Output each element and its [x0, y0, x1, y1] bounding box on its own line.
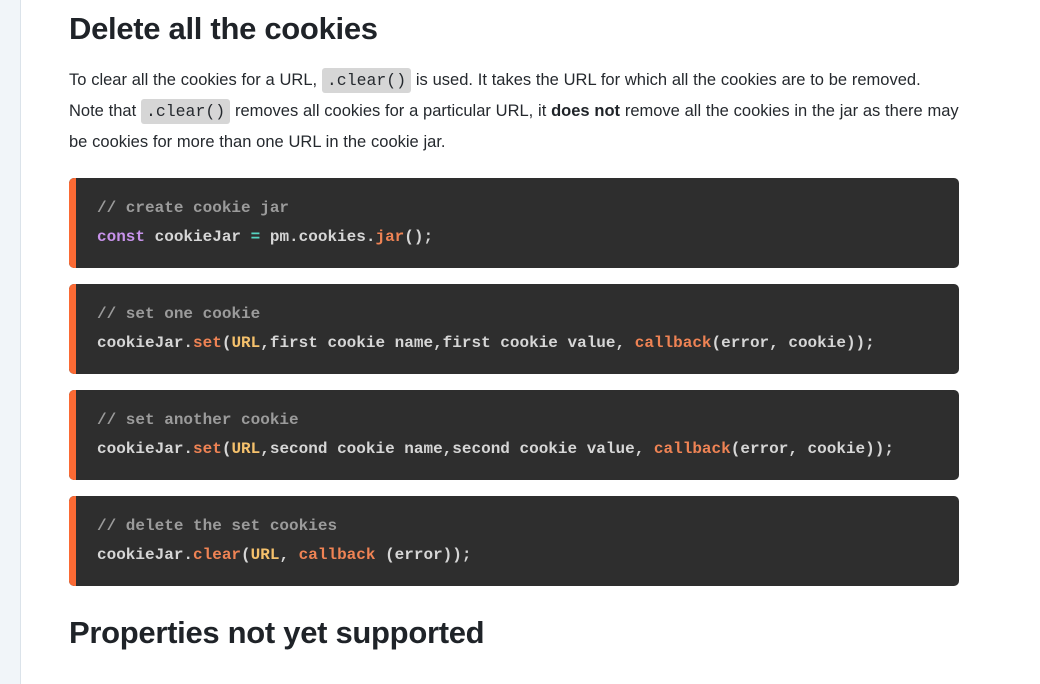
code-token-function: clear — [193, 546, 242, 564]
code-token-function: callback — [653, 440, 731, 458]
code-token-plain: ,first cookie name,first cookie value, — [260, 334, 635, 352]
code-block[interactable]: // set one cookie cookieJar.set(URL,firs… — [69, 284, 959, 374]
code-token-function: callback — [298, 546, 376, 564]
code-text: // delete the set cookies cookieJar.clea… — [97, 512, 935, 570]
code-token-function: set — [193, 334, 222, 352]
code-accent-bar — [69, 390, 76, 480]
code-token-function: set — [193, 440, 222, 458]
code-token-operator: = — [250, 228, 261, 246]
code-block-list: // create cookie jar const cookieJar = p… — [69, 178, 1040, 586]
code-token-plain: ( — [241, 546, 251, 564]
documentation-page: Delete all the cookies To clear all the … — [0, 0, 1040, 684]
code-token-function: callback — [634, 334, 712, 352]
code-accent-bar — [69, 496, 76, 586]
code-accent-bar — [69, 284, 76, 374]
inline-code-clear-1: .clear() — [321, 68, 412, 93]
page-title: Delete all the cookies — [69, 11, 378, 46]
paragraph-text-1: To clear all the cookies for a URL, — [69, 71, 322, 89]
code-token-plain: ( — [221, 334, 232, 352]
sidebar-rail — [0, 0, 21, 684]
code-token-plain: (error, cookie)); — [730, 440, 894, 458]
section-title-properties-not-supported: Properties not yet supported — [69, 615, 485, 650]
code-token-param: URL — [231, 334, 261, 352]
code-token-plain: cookieJar. — [97, 440, 194, 458]
code-block[interactable]: // delete the set cookies cookieJar.clea… — [69, 496, 959, 586]
code-token-function: jar — [375, 228, 405, 246]
paragraph-text-3: removes all cookies for a particular URL… — [230, 102, 552, 120]
code-comment: // create cookie jar — [97, 199, 290, 217]
code-token-plain: , — [279, 546, 299, 564]
code-token-plain: ( — [221, 440, 232, 458]
code-accent-bar — [69, 178, 76, 268]
code-block[interactable]: // set another cookie cookieJar.set(URL,… — [69, 390, 959, 480]
code-token-plain: (); — [404, 228, 434, 246]
code-block[interactable]: // create cookie jar const cookieJar = p… — [69, 178, 959, 268]
code-comment: // delete the set cookies — [97, 517, 338, 535]
code-token-plain: pm.cookies. — [260, 228, 376, 246]
code-text: // set one cookie cookieJar.set(URL,firs… — [97, 300, 935, 358]
code-text: // create cookie jar const cookieJar = p… — [97, 194, 935, 252]
code-text: // set another cookie cookieJar.set(URL,… — [97, 406, 935, 464]
code-token-keyword: const — [97, 228, 146, 246]
code-token-plain: cookieJar — [145, 228, 251, 246]
code-token-param: URL — [231, 440, 261, 458]
inline-code-clear-2: .clear() — [140, 99, 231, 124]
code-token-plain: ,second cookie name,second cookie value, — [260, 440, 654, 458]
code-comment: // set another cookie — [97, 411, 299, 429]
article-content: Delete all the cookies To clear all the … — [21, 0, 1040, 684]
code-token-plain: (error, cookie)); — [711, 334, 875, 352]
paragraph-emphasis: does not — [551, 102, 621, 120]
code-token-param: URL — [250, 546, 280, 564]
intro-paragraph: To clear all the cookies for a URL, .cle… — [69, 65, 959, 158]
code-token-plain: cookieJar. — [97, 334, 194, 352]
code-comment: // set one cookie — [97, 305, 261, 323]
code-token-plain: (error)); — [375, 546, 472, 564]
code-token-plain: cookieJar. — [97, 546, 194, 564]
